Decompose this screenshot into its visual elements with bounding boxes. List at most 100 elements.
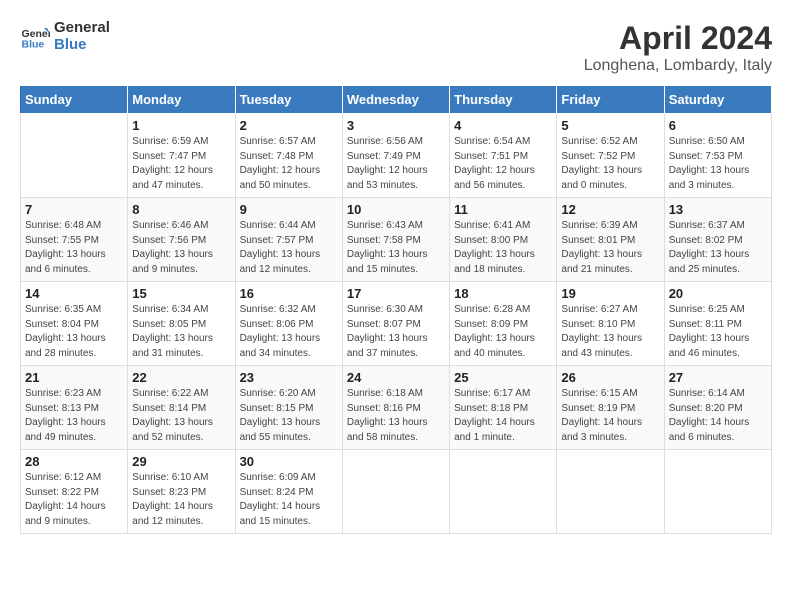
- day-info: Sunrise: 6:27 AM Sunset: 8:10 PM Dayligh…: [561, 303, 659, 361]
- calendar-week-row: 1 Sunrise: 6:59 AM Sunset: 7:47 PM Daylig…: [21, 114, 772, 198]
- day-number: 8: [132, 202, 230, 217]
- day-info: Sunrise: 6:57 AM Sunset: 7:48 PM Dayligh…: [240, 135, 338, 193]
- calendar-subtitle: Longhena, Lombardy, Italy: [584, 57, 772, 75]
- calendar-cell: 24Sunrise: 6:18 AM Sunset: 8:16 PM Dayli…: [342, 366, 449, 450]
- day-info: Sunrise: 6:46 AM Sunset: 7:56 PM Dayligh…: [132, 219, 230, 277]
- day-number: 14: [25, 286, 123, 301]
- logo-line1: General: [54, 20, 110, 37]
- calendar-cell: 8 Sunrise: 6:46 AM Sunset: 7:56 PM Daylig…: [128, 198, 235, 282]
- day-info: Sunrise: 6:25 AM Sunset: 8:11 PM Dayligh…: [669, 303, 767, 361]
- calendar-cell: 11 Sunrise: 6:41 AM Sunset: 8:00 PM Dayli…: [450, 198, 557, 282]
- day-number: 24: [347, 370, 445, 385]
- day-number: 10: [347, 202, 445, 217]
- day-number: 27: [669, 370, 767, 385]
- day-number: 16: [240, 286, 338, 301]
- weekday-header-cell: Monday: [128, 86, 235, 114]
- day-info: Sunrise: 6:44 AM Sunset: 7:57 PM Dayligh…: [240, 219, 338, 277]
- day-number: 19: [561, 286, 659, 301]
- day-number: 7: [25, 202, 123, 217]
- day-info: Sunrise: 6:09 AM Sunset: 8:24 PM Dayligh…: [240, 471, 338, 529]
- day-number: 30: [240, 454, 338, 469]
- day-number: 20: [669, 286, 767, 301]
- page-header: General Blue General Blue April 2024 Lon…: [20, 20, 772, 75]
- calendar-cell: 30 Sunrise: 6:09 AM Sunset: 8:24 PM Dayli…: [235, 450, 342, 534]
- day-number: 18: [454, 286, 552, 301]
- day-number: 29: [132, 454, 230, 469]
- calendar-cell: 21Sunrise: 6:23 AM Sunset: 8:13 PM Dayli…: [21, 366, 128, 450]
- day-number: 3: [347, 118, 445, 133]
- calendar-cell: 12 Sunrise: 6:39 AM Sunset: 8:01 PM Dayli…: [557, 198, 664, 282]
- day-number: 28: [25, 454, 123, 469]
- day-number: 26: [561, 370, 659, 385]
- calendar-cell: [557, 450, 664, 534]
- calendar-body: 1 Sunrise: 6:59 AM Sunset: 7:47 PM Daylig…: [21, 114, 772, 534]
- calendar-cell: 25Sunrise: 6:17 AM Sunset: 8:18 PM Dayli…: [450, 366, 557, 450]
- day-info: Sunrise: 6:35 AM Sunset: 8:04 PM Dayligh…: [25, 303, 123, 361]
- day-info: Sunrise: 6:10 AM Sunset: 8:23 PM Dayligh…: [132, 471, 230, 529]
- day-number: 1: [132, 118, 230, 133]
- calendar-cell: 28Sunrise: 6:12 AM Sunset: 8:22 PM Dayli…: [21, 450, 128, 534]
- calendar-week-row: 21Sunrise: 6:23 AM Sunset: 8:13 PM Dayli…: [21, 366, 772, 450]
- weekday-header-cell: Tuesday: [235, 86, 342, 114]
- calendar-cell: 29 Sunrise: 6:10 AM Sunset: 8:23 PM Dayli…: [128, 450, 235, 534]
- day-info: Sunrise: 6:37 AM Sunset: 8:02 PM Dayligh…: [669, 219, 767, 277]
- calendar-cell: 14 Sunrise: 6:35 AM Sunset: 8:04 PM Dayli…: [21, 282, 128, 366]
- day-info: Sunrise: 6:48 AM Sunset: 7:55 PM Dayligh…: [25, 219, 123, 277]
- day-number: 12: [561, 202, 659, 217]
- day-number: 4: [454, 118, 552, 133]
- day-info: Sunrise: 6:32 AM Sunset: 8:06 PM Dayligh…: [240, 303, 338, 361]
- day-number: 5: [561, 118, 659, 133]
- day-info: Sunrise: 6:54 AM Sunset: 7:51 PM Dayligh…: [454, 135, 552, 193]
- day-number: 9: [240, 202, 338, 217]
- day-info: Sunrise: 6:41 AM Sunset: 8:00 PM Dayligh…: [454, 219, 552, 277]
- day-number: 17: [347, 286, 445, 301]
- calendar-cell: 20 Sunrise: 6:25 AM Sunset: 8:11 PM Dayli…: [664, 282, 771, 366]
- calendar-cell: 23Sunrise: 6:20 AM Sunset: 8:15 PM Dayli…: [235, 366, 342, 450]
- calendar-cell: [664, 450, 771, 534]
- day-number: 25: [454, 370, 552, 385]
- day-number: 15: [132, 286, 230, 301]
- day-info: Sunrise: 6:28 AM Sunset: 8:09 PM Dayligh…: [454, 303, 552, 361]
- day-number: 2: [240, 118, 338, 133]
- svg-text:Blue: Blue: [22, 38, 45, 50]
- calendar-cell: 26 Sunrise: 6:15 AM Sunset: 8:19 PM Dayli…: [557, 366, 664, 450]
- logo-icon: General Blue: [20, 22, 50, 52]
- logo: General Blue General Blue: [20, 20, 110, 53]
- calendar-week-row: 28Sunrise: 6:12 AM Sunset: 8:22 PM Dayli…: [21, 450, 772, 534]
- calendar-cell: 5Sunrise: 6:52 AM Sunset: 7:52 PM Daylig…: [557, 114, 664, 198]
- calendar-cell: 1 Sunrise: 6:59 AM Sunset: 7:47 PM Daylig…: [128, 114, 235, 198]
- weekday-header-cell: Sunday: [21, 86, 128, 114]
- day-info: Sunrise: 6:50 AM Sunset: 7:53 PM Dayligh…: [669, 135, 767, 193]
- weekday-header-cell: Friday: [557, 86, 664, 114]
- calendar-cell: 7 Sunrise: 6:48 AM Sunset: 7:55 PM Daylig…: [21, 198, 128, 282]
- day-number: 11: [454, 202, 552, 217]
- calendar-cell: 19 Sunrise: 6:27 AM Sunset: 8:10 PM Dayli…: [557, 282, 664, 366]
- calendar-cell: 9 Sunrise: 6:44 AM Sunset: 7:57 PM Daylig…: [235, 198, 342, 282]
- weekday-header-cell: Thursday: [450, 86, 557, 114]
- day-number: 22: [132, 370, 230, 385]
- logo-line2: Blue: [54, 37, 110, 54]
- calendar-cell: 22 Sunrise: 6:22 AM Sunset: 8:14 PM Dayli…: [128, 366, 235, 450]
- day-info: Sunrise: 6:14 AM Sunset: 8:20 PM Dayligh…: [669, 387, 767, 445]
- calendar-week-row: 7 Sunrise: 6:48 AM Sunset: 7:55 PM Daylig…: [21, 198, 772, 282]
- calendar-cell: 6 Sunrise: 6:50 AM Sunset: 7:53 PM Daylig…: [664, 114, 771, 198]
- day-number: 6: [669, 118, 767, 133]
- day-number: 21: [25, 370, 123, 385]
- calendar-cell: 3Sunrise: 6:56 AM Sunset: 7:49 PM Daylig…: [342, 114, 449, 198]
- weekday-header-cell: Saturday: [664, 86, 771, 114]
- weekday-header-row: SundayMondayTuesdayWednesdayThursdayFrid…: [21, 86, 772, 114]
- weekday-header-cell: Wednesday: [342, 86, 449, 114]
- calendar-cell: 16 Sunrise: 6:32 AM Sunset: 8:06 PM Dayli…: [235, 282, 342, 366]
- calendar-table: SundayMondayTuesdayWednesdayThursdayFrid…: [20, 85, 772, 534]
- day-info: Sunrise: 6:34 AM Sunset: 8:05 PM Dayligh…: [132, 303, 230, 361]
- day-info: Sunrise: 6:15 AM Sunset: 8:19 PM Dayligh…: [561, 387, 659, 445]
- calendar-cell: 27 Sunrise: 6:14 AM Sunset: 8:20 PM Dayli…: [664, 366, 771, 450]
- calendar-cell: 2 Sunrise: 6:57 AM Sunset: 7:48 PM Daylig…: [235, 114, 342, 198]
- calendar-week-row: 14 Sunrise: 6:35 AM Sunset: 8:04 PM Dayli…: [21, 282, 772, 366]
- calendar-title: April 2024: [584, 20, 772, 57]
- day-info: Sunrise: 6:39 AM Sunset: 8:01 PM Dayligh…: [561, 219, 659, 277]
- day-info: Sunrise: 6:20 AM Sunset: 8:15 PM Dayligh…: [240, 387, 338, 445]
- day-info: Sunrise: 6:22 AM Sunset: 8:14 PM Dayligh…: [132, 387, 230, 445]
- day-info: Sunrise: 6:59 AM Sunset: 7:47 PM Dayligh…: [132, 135, 230, 193]
- calendar-cell: 18 Sunrise: 6:28 AM Sunset: 8:09 PM Dayli…: [450, 282, 557, 366]
